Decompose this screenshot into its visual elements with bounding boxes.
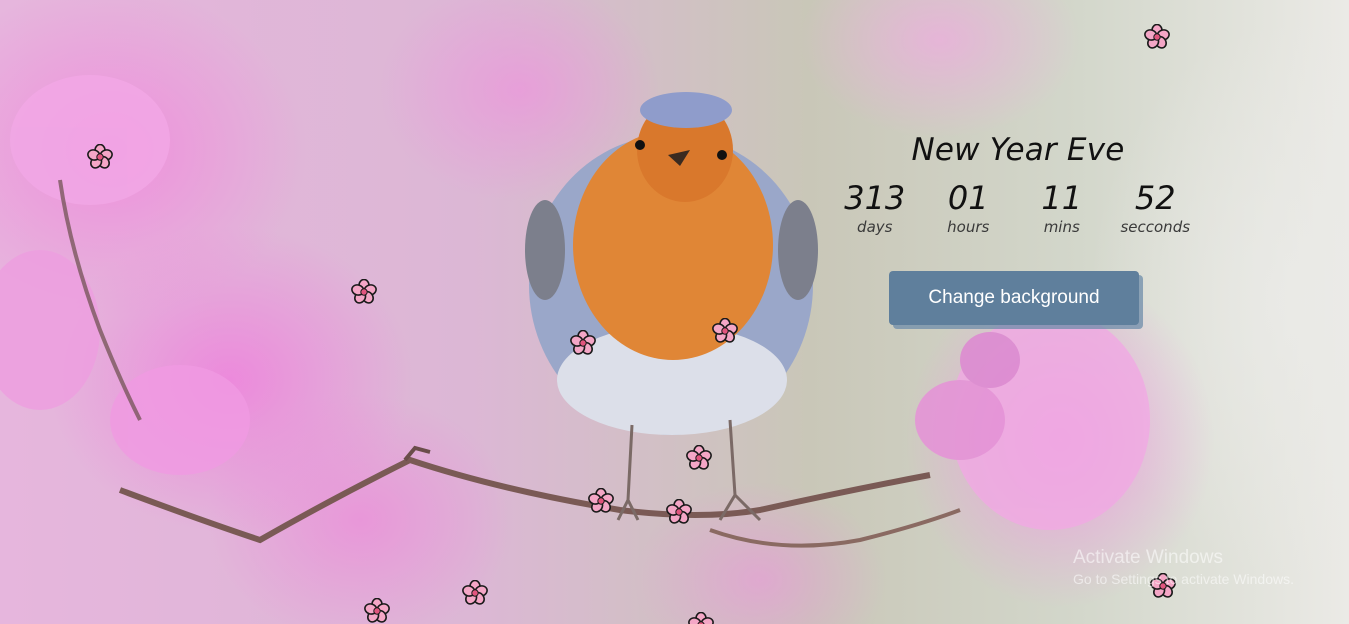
countdown-days: 313 days xyxy=(828,178,922,236)
days-label: days xyxy=(857,218,893,236)
countdown-seconds: 52 secconds xyxy=(1109,178,1203,236)
watermark-line1: Activate Windows xyxy=(1073,547,1223,568)
seconds-label: secconds xyxy=(1120,218,1191,236)
seconds-value: 52 xyxy=(1134,179,1176,217)
cherry-blossom-icon xyxy=(364,598,390,624)
watermark-line2: Go to Settings to activate Windows. xyxy=(1073,571,1294,587)
hours-value: 01 xyxy=(947,179,989,217)
change-background-button[interactable]: Change background xyxy=(889,271,1139,325)
cherry-blossom-icon xyxy=(570,330,596,356)
background-scene-art xyxy=(0,75,1150,548)
cherry-blossom-icon xyxy=(87,144,113,170)
cherry-blossom-icon xyxy=(666,499,692,525)
cherry-blossom-icon xyxy=(1144,24,1170,50)
mins-label: mins xyxy=(1043,218,1080,236)
cherry-blossom-icon xyxy=(712,318,738,344)
days-value: 313 xyxy=(844,179,906,217)
cherry-blossom-icon xyxy=(462,580,488,606)
cherry-blossom-icon xyxy=(688,612,714,624)
background-image xyxy=(0,0,1349,624)
countdown-units: 313 days 01 hours 11 mins 52 secconds xyxy=(820,178,1210,236)
countdown-hours: 01 hours xyxy=(922,178,1016,236)
countdown-mins: 11 mins xyxy=(1015,178,1109,236)
mins-value: 11 xyxy=(1041,179,1083,217)
hours-label: hours xyxy=(947,218,990,236)
cherry-blossom-icon xyxy=(588,488,614,514)
cherry-blossom-icon xyxy=(351,279,377,305)
countdown-panel: New Year Eve 313 days 01 hours 11 mins 5… xyxy=(820,132,1210,236)
cherry-blossom-icon xyxy=(686,445,712,471)
countdown-title: New Year Eve xyxy=(911,132,1125,168)
activate-windows-watermark: Activate Windows Go to Settings to activ… xyxy=(1073,547,1294,587)
